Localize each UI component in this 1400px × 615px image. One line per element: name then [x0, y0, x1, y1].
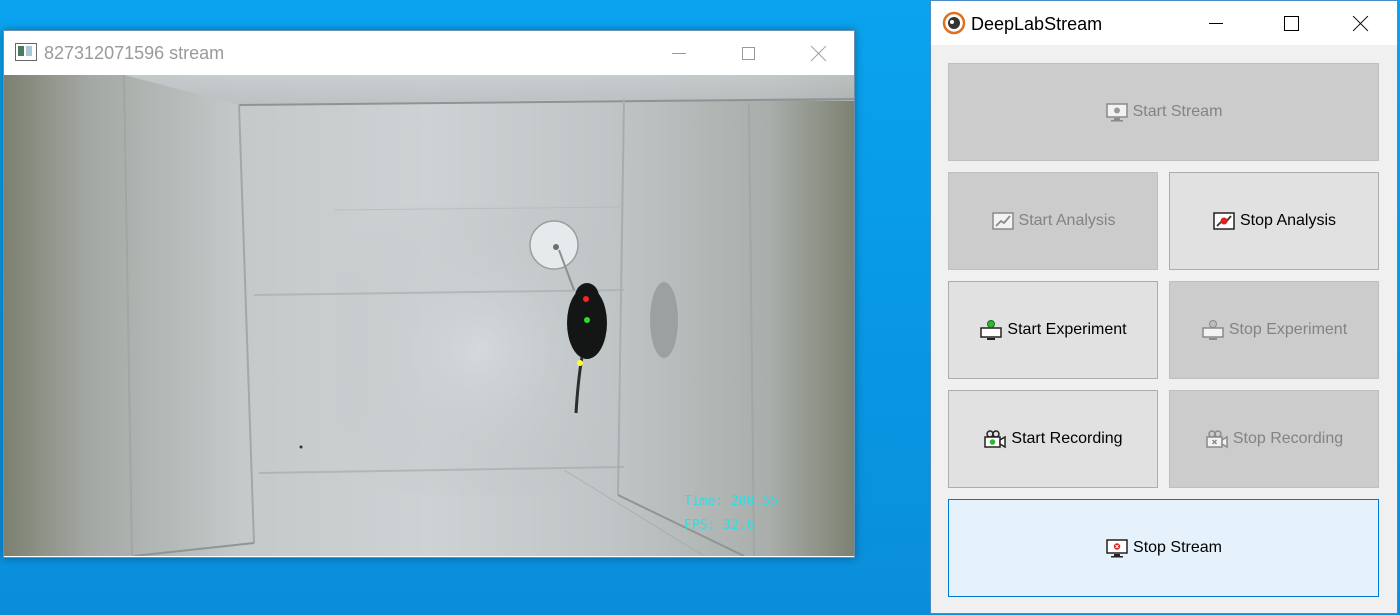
camcorder-stop-icon	[1206, 430, 1228, 449]
maximize-button[interactable]	[725, 31, 771, 75]
experiment-start-icon	[980, 320, 1003, 340]
keypoint-tailbase	[577, 360, 583, 366]
stream-window-title: 827312071596 stream	[44, 43, 225, 63]
stop-stream-button[interactable]: Stop Stream	[948, 499, 1379, 597]
close-icon	[811, 45, 827, 61]
deeplabstream-logo-icon	[942, 11, 966, 35]
close-icon	[1353, 15, 1369, 31]
close-button[interactable]	[1338, 1, 1384, 45]
start-stream-label: Start Stream	[1132, 103, 1223, 120]
dls-window-title: DeepLabStream	[971, 14, 1103, 34]
maximize-icon	[1283, 15, 1299, 31]
window-app-icon	[15, 43, 37, 61]
stream-titlebar[interactable]: 827312071596 stream	[4, 31, 854, 75]
start-recording-button[interactable]: Start Recording	[948, 390, 1158, 488]
keypoint-nose	[583, 296, 589, 302]
stop-recording-label: Stop Recording	[1232, 430, 1344, 447]
stop-analysis-button[interactable]: Stop Analysis	[1169, 172, 1379, 270]
minimize-icon	[672, 52, 686, 54]
minimize-button[interactable]	[1193, 1, 1239, 45]
start-experiment-button[interactable]: Start Experiment	[948, 281, 1158, 379]
stream-window: 827312071596 stream Time: 200.55 FPS: 32…	[3, 30, 855, 558]
start-recording-label: Start Recording	[1011, 430, 1123, 447]
start-analysis-button[interactable]: Start Analysis	[948, 172, 1158, 270]
maximize-button[interactable]	[1268, 1, 1314, 45]
time-overlay: Time: 200.55	[684, 494, 778, 509]
stop-experiment-button[interactable]: Stop Experiment	[1169, 281, 1379, 379]
minimize-icon	[1209, 22, 1223, 24]
deeplabstream-window: DeepLabStream Start Stream Start Analysi…	[930, 0, 1398, 614]
camcorder-start-icon	[984, 430, 1007, 449]
experiment-stop-icon	[1202, 320, 1224, 340]
fps-overlay: FPS: 32.6	[684, 518, 755, 533]
start-analysis-label: Start Analysis	[1018, 212, 1116, 229]
monitor-stop-icon	[1106, 539, 1128, 558]
video-frame: Time: 200.55 FPS: 32.6	[4, 75, 854, 556]
minimize-button[interactable]	[656, 31, 702, 75]
stop-stream-label: Stop Stream	[1133, 539, 1222, 556]
close-button[interactable]	[796, 31, 842, 75]
maximize-icon	[741, 46, 755, 60]
start-stream-button[interactable]: Start Stream	[948, 63, 1379, 161]
stop-recording-button[interactable]: Stop Recording	[1169, 390, 1379, 488]
dls-titlebar[interactable]: DeepLabStream	[931, 1, 1397, 45]
start-experiment-label: Start Experiment	[1007, 321, 1127, 338]
chart-stop-icon	[1213, 212, 1235, 230]
keypoint-center	[584, 317, 590, 323]
arena-scene	[123, 75, 854, 556]
stop-experiment-label: Stop Experiment	[1228, 321, 1348, 338]
chart-up-icon	[991, 212, 1014, 230]
stop-analysis-label: Stop Analysis	[1239, 212, 1337, 229]
monitor-camera-icon	[1105, 103, 1128, 122]
